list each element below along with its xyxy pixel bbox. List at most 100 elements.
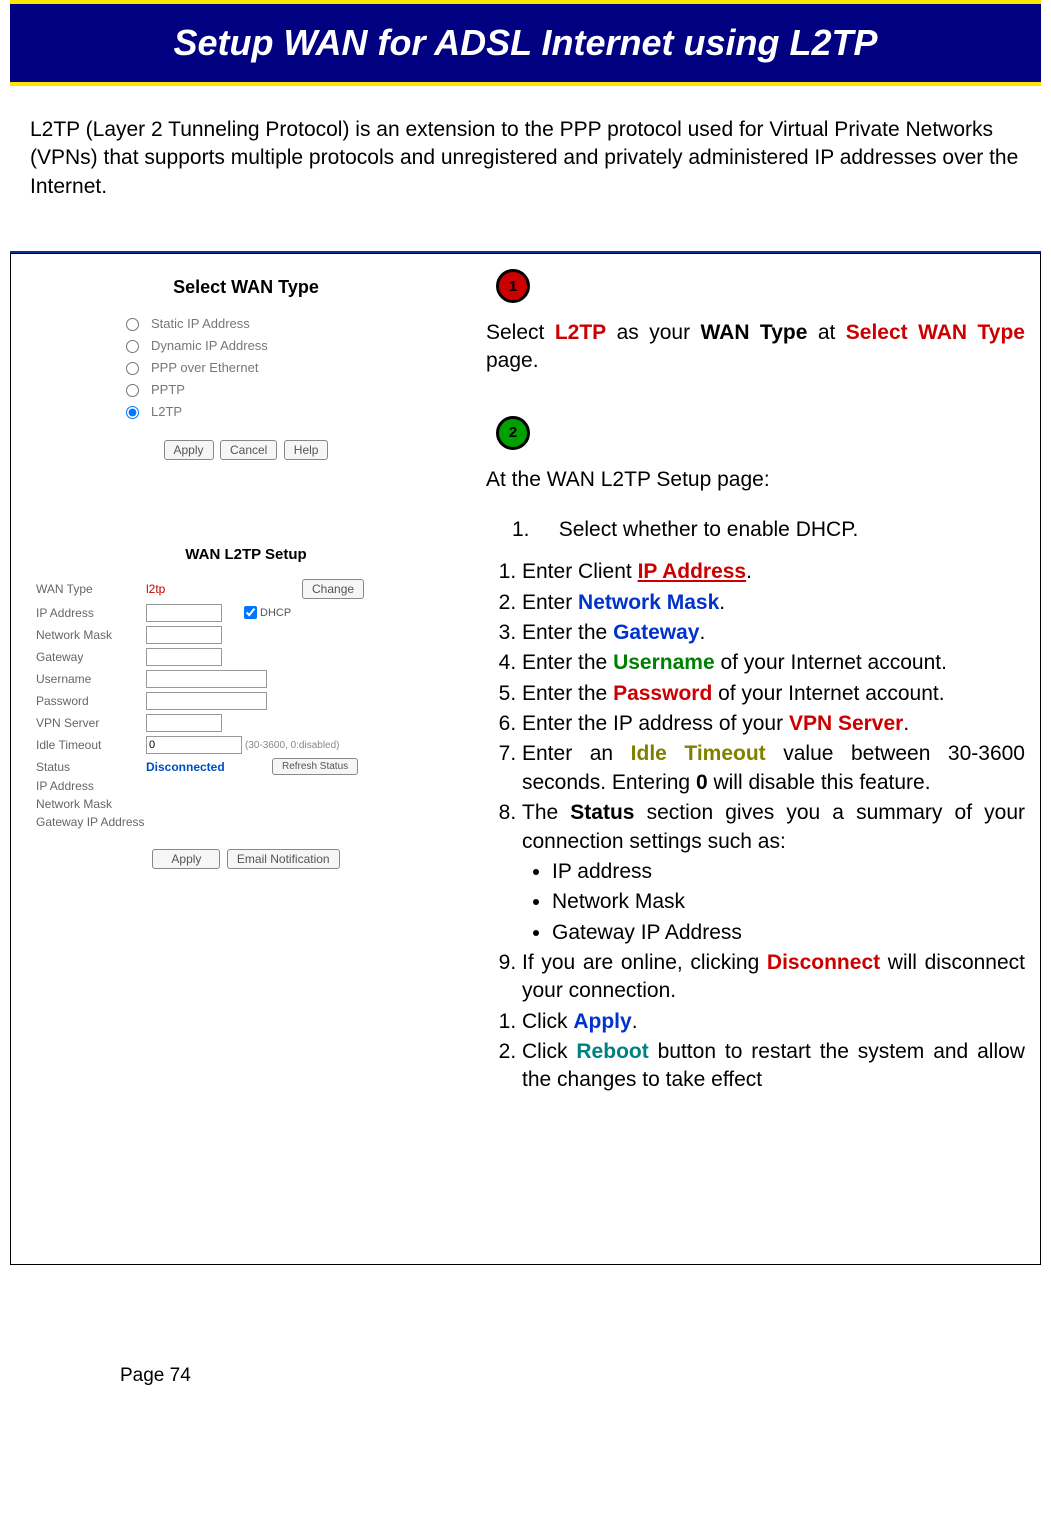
username-term: Username <box>613 651 715 674</box>
step-2-text: At the WAN L2TP Setup page: 1. Select wh… <box>486 466 1030 1095</box>
sub-item-ip: IP address <box>552 858 1025 886</box>
cancel-button[interactable]: Cancel <box>220 440 277 460</box>
label-wan-type: WAN Type <box>36 582 146 596</box>
text: Enter the <box>522 651 613 674</box>
apply-button-2[interactable]: Apply <box>152 849 220 869</box>
row-gateway: Gateway <box>21 646 471 668</box>
text: Click <box>522 1040 576 1063</box>
idle-hint: (30-3600, 0:disabled) <box>245 740 340 751</box>
label-username: Username <box>36 672 146 686</box>
email-notification-button[interactable]: Email Notification <box>227 849 340 869</box>
wan-type-term: WAN Type <box>701 321 808 344</box>
radio-l2tp[interactable]: L2TP <box>81 400 411 422</box>
radio-input[interactable] <box>126 384 139 397</box>
list-item: Enter an Idle Timeout value between 30-3… <box>522 740 1025 797</box>
reboot-term: Reboot <box>576 1040 648 1063</box>
radio-input[interactable] <box>126 406 139 419</box>
idle-timeout-field[interactable] <box>146 736 242 754</box>
text: Enter Client <box>522 560 638 583</box>
row-network-mask-2: Network Mask <box>21 795 471 813</box>
list-item: Enter the IP address of your VPN Server. <box>522 710 1025 738</box>
text: at <box>807 321 845 344</box>
change-button[interactable]: Change <box>302 579 364 599</box>
row-network-mask: Network Mask <box>21 624 471 646</box>
gateway-field[interactable] <box>146 648 222 666</box>
list-text: Select whether to enable DHCP. <box>559 518 859 541</box>
vpn-server-field[interactable] <box>146 714 222 732</box>
wan-l2tp-setup-title: WAN L2TP Setup <box>21 538 471 577</box>
text: Enter the IP address of your <box>522 712 789 735</box>
radio-input[interactable] <box>126 318 139 331</box>
text: as your <box>606 321 700 344</box>
username-field[interactable] <box>146 670 267 688</box>
status-value: Disconnected <box>146 760 271 774</box>
ip-address-field[interactable] <box>146 604 222 622</box>
intro-paragraph: L2TP (Layer 2 Tunneling Protocol) is an … <box>10 86 1041 253</box>
disconnect-term: Disconnect <box>767 951 880 974</box>
text: The <box>522 801 570 824</box>
select-wan-type-panel: Select WAN Type Static IP Address Dynami… <box>21 269 471 468</box>
value-wan-type: l2tp <box>146 582 301 596</box>
text: will disable this feature. <box>708 771 931 794</box>
text: Click <box>522 1010 573 1033</box>
step-badge-1: 1 <box>496 269 530 303</box>
text: Enter <box>522 591 578 614</box>
list-item: Enter the Username of your Internet acco… <box>522 649 1025 677</box>
row-gateway-ip: Gateway IP Address <box>21 813 471 831</box>
select-wan-term: Select WAN Type <box>846 321 1025 344</box>
step-2-intro: At the WAN L2TP Setup page: <box>486 466 1025 494</box>
zero-term: 0 <box>696 771 708 794</box>
list-item: Click Reboot button to restart the syste… <box>522 1038 1025 1095</box>
radio-input[interactable] <box>126 340 139 353</box>
label-network-mask: Network Mask <box>36 628 146 642</box>
apply-term: Apply <box>573 1010 631 1033</box>
list-item: Enter Client IP Address. <box>522 558 1025 586</box>
row-ip-address-2: IP Address <box>21 777 471 795</box>
text: Enter an <box>522 742 631 765</box>
apply-button[interactable]: Apply <box>164 440 214 460</box>
radio-label: L2TP <box>151 404 182 419</box>
label-status: Status <box>36 760 146 774</box>
content-area: Select WAN Type Static IP Address Dynami… <box>10 253 1041 1265</box>
text: of your Internet account. <box>712 682 944 705</box>
sub-item-mask: Network Mask <box>552 888 1025 916</box>
text: Enter the <box>522 621 613 644</box>
idle-timeout-term: Idle Timeout <box>631 742 766 765</box>
row-vpn-server: VPN Server <box>21 712 471 734</box>
label-idle-timeout: Idle Timeout <box>36 738 146 752</box>
text: of your Internet account. <box>715 651 947 674</box>
page-number: Page 74 <box>0 1265 1051 1417</box>
radio-dynamic-ip[interactable]: Dynamic IP Address <box>81 334 411 356</box>
radio-static-ip[interactable]: Static IP Address <box>81 312 411 334</box>
text: page. <box>486 349 539 372</box>
radio-label: PPP over Ethernet <box>151 360 258 375</box>
list-item: The Status section gives you a summary o… <box>522 799 1025 947</box>
text: . <box>903 712 909 735</box>
radio-input[interactable] <box>126 362 139 375</box>
text: . <box>746 560 752 583</box>
list-item: Click Apply. <box>522 1008 1025 1036</box>
wan-l2tp-setup-panel: WAN L2TP Setup WAN Type l2tp Change IP A… <box>21 508 471 877</box>
radio-pppoe[interactable]: PPP over Ethernet <box>81 356 411 378</box>
network-mask-field[interactable] <box>146 626 222 644</box>
radio-pptp[interactable]: PPTP <box>81 378 411 400</box>
refresh-status-button[interactable]: Refresh Status <box>272 758 358 775</box>
gateway-term: Gateway <box>613 621 699 644</box>
label-gateway-ip: Gateway IP Address <box>36 815 186 829</box>
password-field[interactable] <box>146 692 267 710</box>
list-item: Enter the Gateway. <box>522 619 1025 647</box>
text: Select <box>486 321 555 344</box>
list-item: Enter the Password of your Internet acco… <box>522 680 1025 708</box>
dhcp-checkbox[interactable] <box>244 606 257 619</box>
row-status: Status Disconnected Refresh Status <box>21 756 471 777</box>
row-idle-timeout: Idle Timeout (30-3600, 0:disabled) <box>21 734 471 756</box>
row-password: Password <box>21 690 471 712</box>
dhcp-label: DHCP <box>260 607 291 619</box>
text: Enter the <box>522 682 613 705</box>
label-vpn-server: VPN Server <box>36 716 146 730</box>
sub-item-gateway: Gateway IP Address <box>552 919 1025 947</box>
help-button[interactable]: Help <box>284 440 329 460</box>
instructions-column: 1 Select L2TP as your WAN Type at Select… <box>481 254 1040 1264</box>
text: . <box>632 1010 638 1033</box>
l2tp-term: L2TP <box>555 321 606 344</box>
